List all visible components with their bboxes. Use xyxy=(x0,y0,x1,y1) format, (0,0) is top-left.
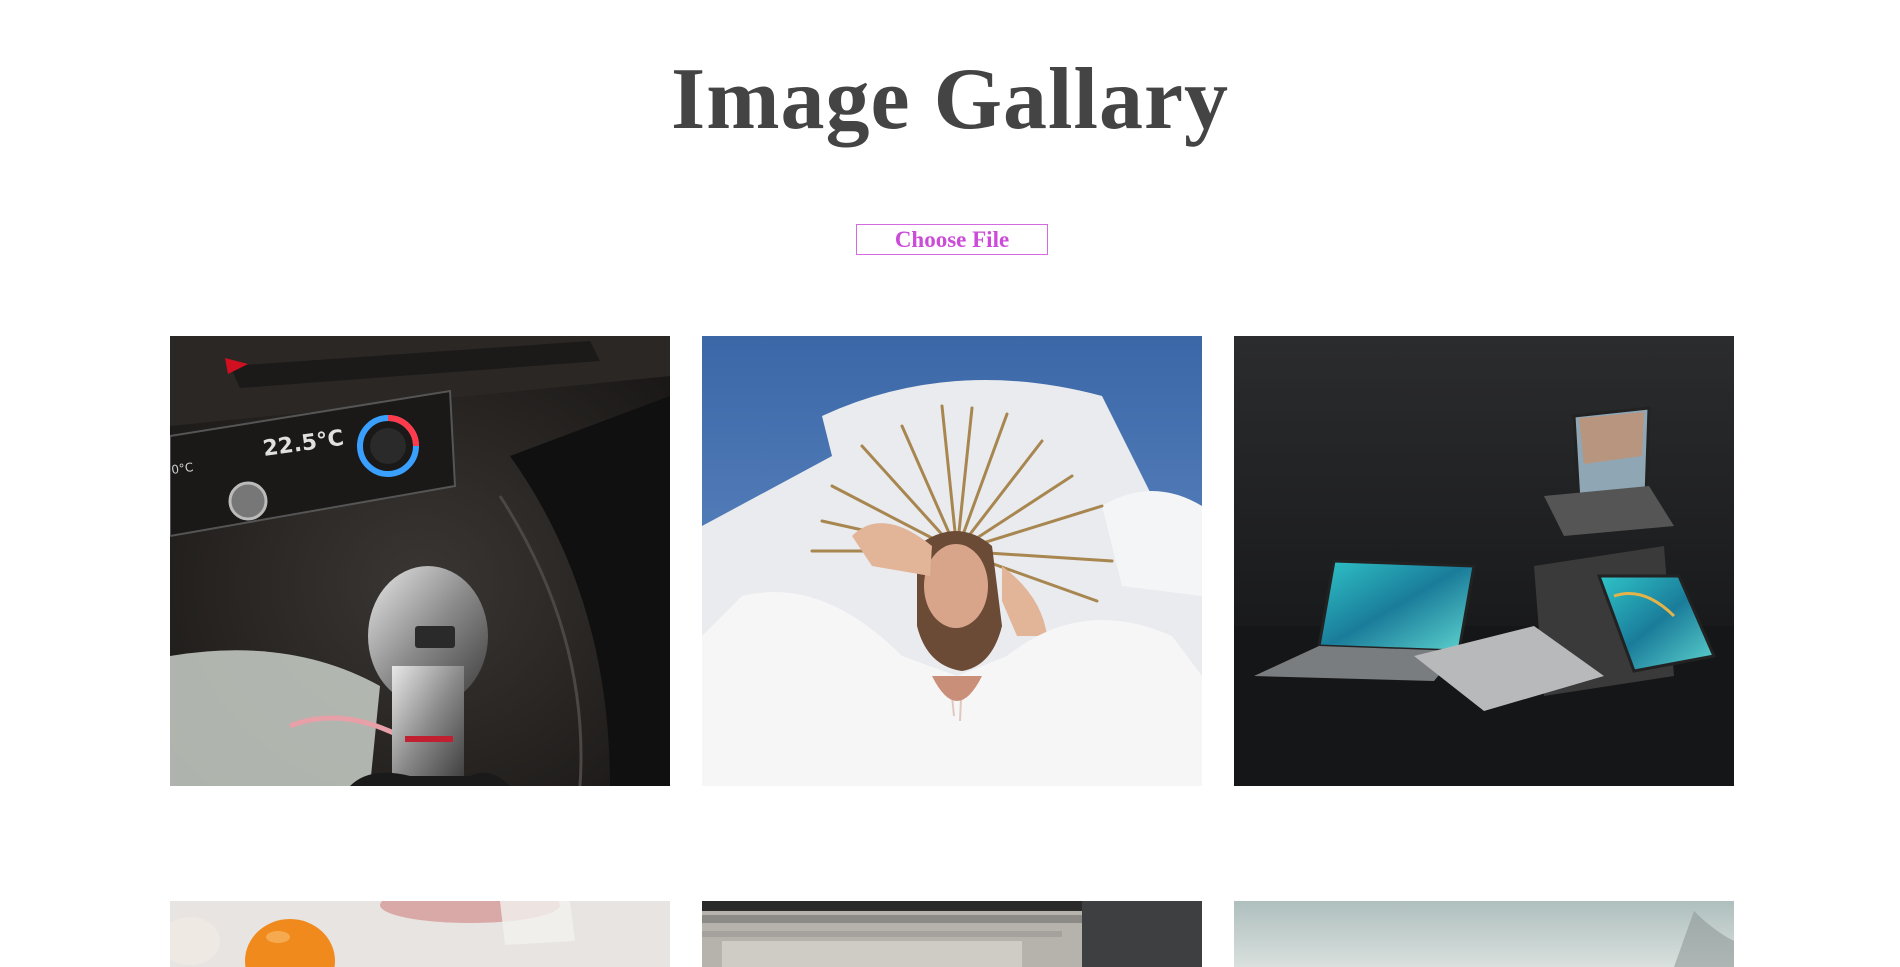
gallery-card xyxy=(1234,336,1734,786)
gallery-image[interactable] xyxy=(1234,901,1734,967)
gallery-card xyxy=(170,901,670,967)
gallery-card: 22.5°C 0°C xyxy=(170,336,670,786)
gallery-image[interactable] xyxy=(702,336,1202,786)
gallery-image[interactable] xyxy=(702,901,1202,967)
gallery-image[interactable]: 22.5°C 0°C xyxy=(170,336,670,786)
gallery-image[interactable] xyxy=(1234,336,1734,786)
gallery-card xyxy=(702,336,1202,786)
gallery-card xyxy=(1234,901,1734,967)
choose-file-button[interactable]: Choose File xyxy=(856,224,1048,255)
gallery-card xyxy=(702,901,1202,967)
page-title: Image Gallary xyxy=(670,51,1229,148)
gallery-image[interactable] xyxy=(170,901,670,967)
